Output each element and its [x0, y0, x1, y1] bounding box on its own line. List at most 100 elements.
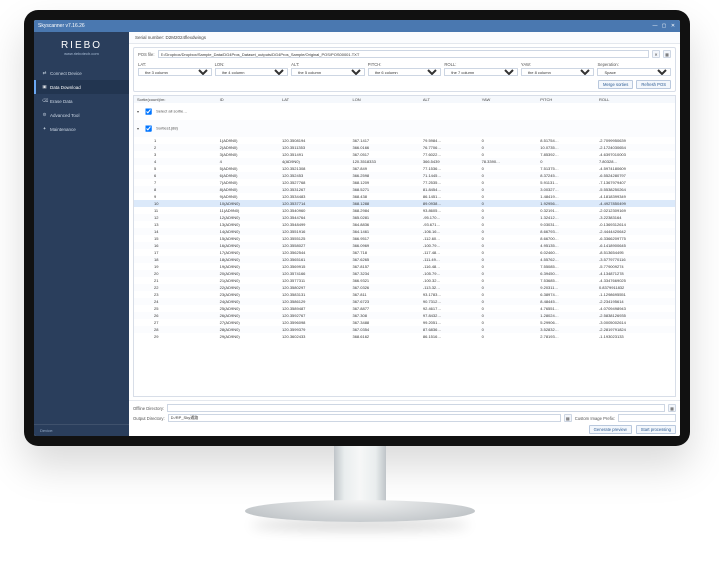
monitor-frame: Skyscanner v7.16.26 — ▢ ✕ RIEBO www.rieb… [24, 10, 690, 446]
output-dir-label: Output Directory: [133, 416, 165, 421]
table-row[interactable]: 2727(AD9N0)120.3596098367.348899.2051…05… [134, 319, 675, 326]
sidebar-icon: ⇄ [42, 70, 47, 76]
sidebar-item-data-download[interactable]: ▣Data Download [34, 80, 129, 94]
sidebar-item-label: Erase Data [50, 99, 73, 104]
serial-label: Serial number: [135, 35, 164, 40]
table-row[interactable]: 2929(AD9N0)120.3602433368.616286.1516…02… [134, 333, 675, 340]
sidebar-item-erase-data[interactable]: ⌫Erase Data [34, 94, 129, 108]
col-select[interactable]: the 7 column [444, 68, 518, 76]
table-row[interactable]: 2525(AD9N0)120.3589487367.887792.4617…04… [134, 305, 675, 312]
refresh-pos-button[interactable]: Refresh POS [636, 80, 671, 89]
monitor-stand-neck [334, 446, 386, 506]
prefix-input[interactable] [618, 414, 676, 422]
table-row[interactable]: 1515(AD9N0)120.3555125366.9517-112.60…08… [134, 235, 675, 242]
col-select[interactable]: the 6 column [368, 68, 442, 76]
minimize-icon[interactable]: — [652, 23, 658, 29]
table-wrap[interactable]: Sortie(count)/m:IDLATLONALTYAWPITCHROLL … [133, 95, 676, 397]
table-row[interactable]: 11(AD9N0)120.3508194367.141779.5984…08.5… [134, 137, 675, 144]
table-row[interactable]: 2121(AD9N0)120.3577311366.9321-100.32…07… [134, 277, 675, 284]
prefix-label: Custom Image Prefix: [575, 416, 615, 421]
sidebar-item-label: Maintenance [50, 127, 76, 132]
start-processing-button[interactable]: Start processing [636, 425, 676, 434]
col-header: LON [349, 96, 419, 103]
col-header: ID [217, 96, 279, 103]
table-row[interactable]: 1818(AD9N0)120.3565161367.6265-111.49…04… [134, 256, 675, 263]
table-row[interactable]: 99(AD9N0)120.3534483368.43886.1451…01.48… [134, 193, 675, 200]
col-label: YAW: [521, 62, 595, 67]
table-row[interactable]: 2323(AD9N0)120.3583131367.81193.1783…06.… [134, 291, 675, 298]
col-label: LON: [215, 62, 289, 67]
clear-icon[interactable]: ✕ [652, 50, 660, 58]
select-all-checkbox[interactable] [145, 108, 152, 115]
col-select[interactable]: the 4 column [215, 68, 289, 76]
sidebar-footer: Device: [34, 424, 129, 436]
maximize-icon[interactable]: ▢ [661, 23, 667, 29]
col-header: YAW [479, 96, 538, 103]
serial-row: Serial number: D2M2024flexdwings [129, 32, 680, 44]
caret-down-icon[interactable]: ▾ [137, 109, 142, 114]
pos-file-input[interactable] [158, 50, 649, 58]
col-select[interactable]: the 3 column [138, 68, 212, 76]
table-row[interactable]: 2222(AD9N0)120.3580297367.0326-113.32…09… [134, 284, 675, 291]
sidebar-icon: ▣ [42, 84, 47, 90]
table-row[interactable]: 2424(AD9N0)120.3586129367.672390.7312…08… [134, 298, 675, 305]
sidebar-item-connect-device[interactable]: ⇄Connect Device [34, 66, 129, 80]
sidebar-item-label: Advanced Tool [50, 113, 79, 118]
table-row[interactable]: 1414(AD9N0)120.3551916364.1461-106.16…08… [134, 228, 675, 235]
table-row[interactable]: 77(AD9N0)120.3527768368.120977.2535…05.9… [134, 179, 675, 186]
col-select[interactable]: the 8 column [521, 68, 595, 76]
table-row[interactable]: 1919(AD9N0)120.3569915367.8157-116.48…07… [134, 263, 675, 270]
table-row[interactable]: 66(AD9N0)120.352453366.259871.1445…08.37… [134, 172, 675, 179]
table-row[interactable]: 2020(AD9N0)120.3574166367.3234-105.79…06… [134, 270, 675, 277]
screen: Skyscanner v7.16.26 — ▢ ✕ RIEBO www.rieb… [34, 20, 680, 436]
browse-icon[interactable]: ▦ [663, 50, 671, 58]
table-row[interactable]: 2828(AD9N0)120.3599379367.035487.6836…03… [134, 326, 675, 333]
close-icon[interactable]: ✕ [670, 23, 676, 29]
offline-dir-label: Offline Directory: [133, 406, 164, 411]
table-row[interactable]: 88(AD9N0)120.3531267368.527181.8454…03.0… [134, 186, 675, 193]
col-header: PITCH [537, 96, 596, 103]
sortie-checkbox[interactable] [145, 125, 152, 132]
table-row[interactable]: 22(AD9N0)120.3511353366.016676.7706…010.… [134, 144, 675, 151]
col-label: Seperation: [597, 62, 671, 67]
window-titlebar: Skyscanner v7.16.26 — ▢ ✕ [34, 20, 680, 32]
col-select[interactable]: Space [597, 68, 671, 76]
table-row[interactable]: 1616(AD9N0)120.3558027366.0969-100.79…04… [134, 242, 675, 249]
table-row[interactable]: 55(AD9N0)120.3521308367.84977.1536…07.51… [134, 165, 675, 172]
col-select[interactable]: the 5 column [291, 68, 365, 76]
offline-dir-input[interactable] [167, 404, 665, 412]
col-header: ALT [420, 96, 479, 103]
generate-preview-button[interactable]: Generate preview [589, 425, 632, 434]
window-title: Skyscanner v7.16.26 [38, 23, 85, 29]
browse-icon[interactable]: ▦ [668, 404, 676, 412]
table-row[interactable]: 1212(AD9N0)120.3544764365.0281-95.170…01… [134, 214, 675, 221]
output-dir-input[interactable] [168, 414, 561, 422]
pos-group: POS file: ✕ ▦ LAT:the 3 columnLON:the 4 … [133, 47, 676, 92]
sidebar-item-maintenance[interactable]: ✦Maintenance [34, 122, 129, 136]
col-header: Sortie(count)/m: [134, 96, 217, 103]
pos-file-label: POS file: [138, 52, 155, 57]
pos-columns-row: LAT:the 3 columnLON:the 4 columnALT:the … [134, 60, 675, 78]
brand-name: RIEBO [34, 40, 129, 51]
table-row[interactable]: 1010(AD9N0)120.3537714368.128889.0938…01… [134, 200, 675, 207]
window-controls: — ▢ ✕ [652, 23, 676, 29]
table-row[interactable]: 2626(AD9N0)120.3592767367.30897.8432…01.… [134, 312, 675, 319]
col-label: ROLL: [444, 62, 518, 67]
tree-root-label: Select all sortie… [156, 109, 187, 114]
table-row[interactable]: 1717(AD9N0)120.3562544367.718-117.48…06.… [134, 249, 675, 256]
brand-site: www.riebotech.com [64, 51, 99, 56]
table-row[interactable]: 1111(AD9N0)120.3540960368.298493.8605…00… [134, 207, 675, 214]
sidebar-item-advanced-tool[interactable]: ⚙Advanced Tool [34, 108, 129, 122]
brand-block: RIEBO www.riebotech.com [34, 32, 129, 58]
browse-icon[interactable]: ▦ [564, 414, 572, 422]
merge-sorties-button[interactable]: Merge sorties [598, 80, 633, 89]
caret-down-icon[interactable]: ▾ [137, 126, 142, 131]
col-label: ALT: [291, 62, 365, 67]
table-row[interactable]: 444(AD9N0)120.3518333366.543978.3390…07.… [134, 158, 675, 165]
col-label: PITCH: [368, 62, 442, 67]
table-row[interactable]: 33(AD9N0)120.351491367.051777.6022…07.85… [134, 151, 675, 158]
bottom-panel: Offline Directory: ▦ Output Directory: ▦… [129, 400, 680, 436]
table-row[interactable]: 1313(AD9N0)120.3548499364.8836-93.671…09… [134, 221, 675, 228]
tree-child-label: Sorties1(88) [156, 126, 178, 131]
sidebar-item-label: Connect Device [50, 71, 82, 76]
